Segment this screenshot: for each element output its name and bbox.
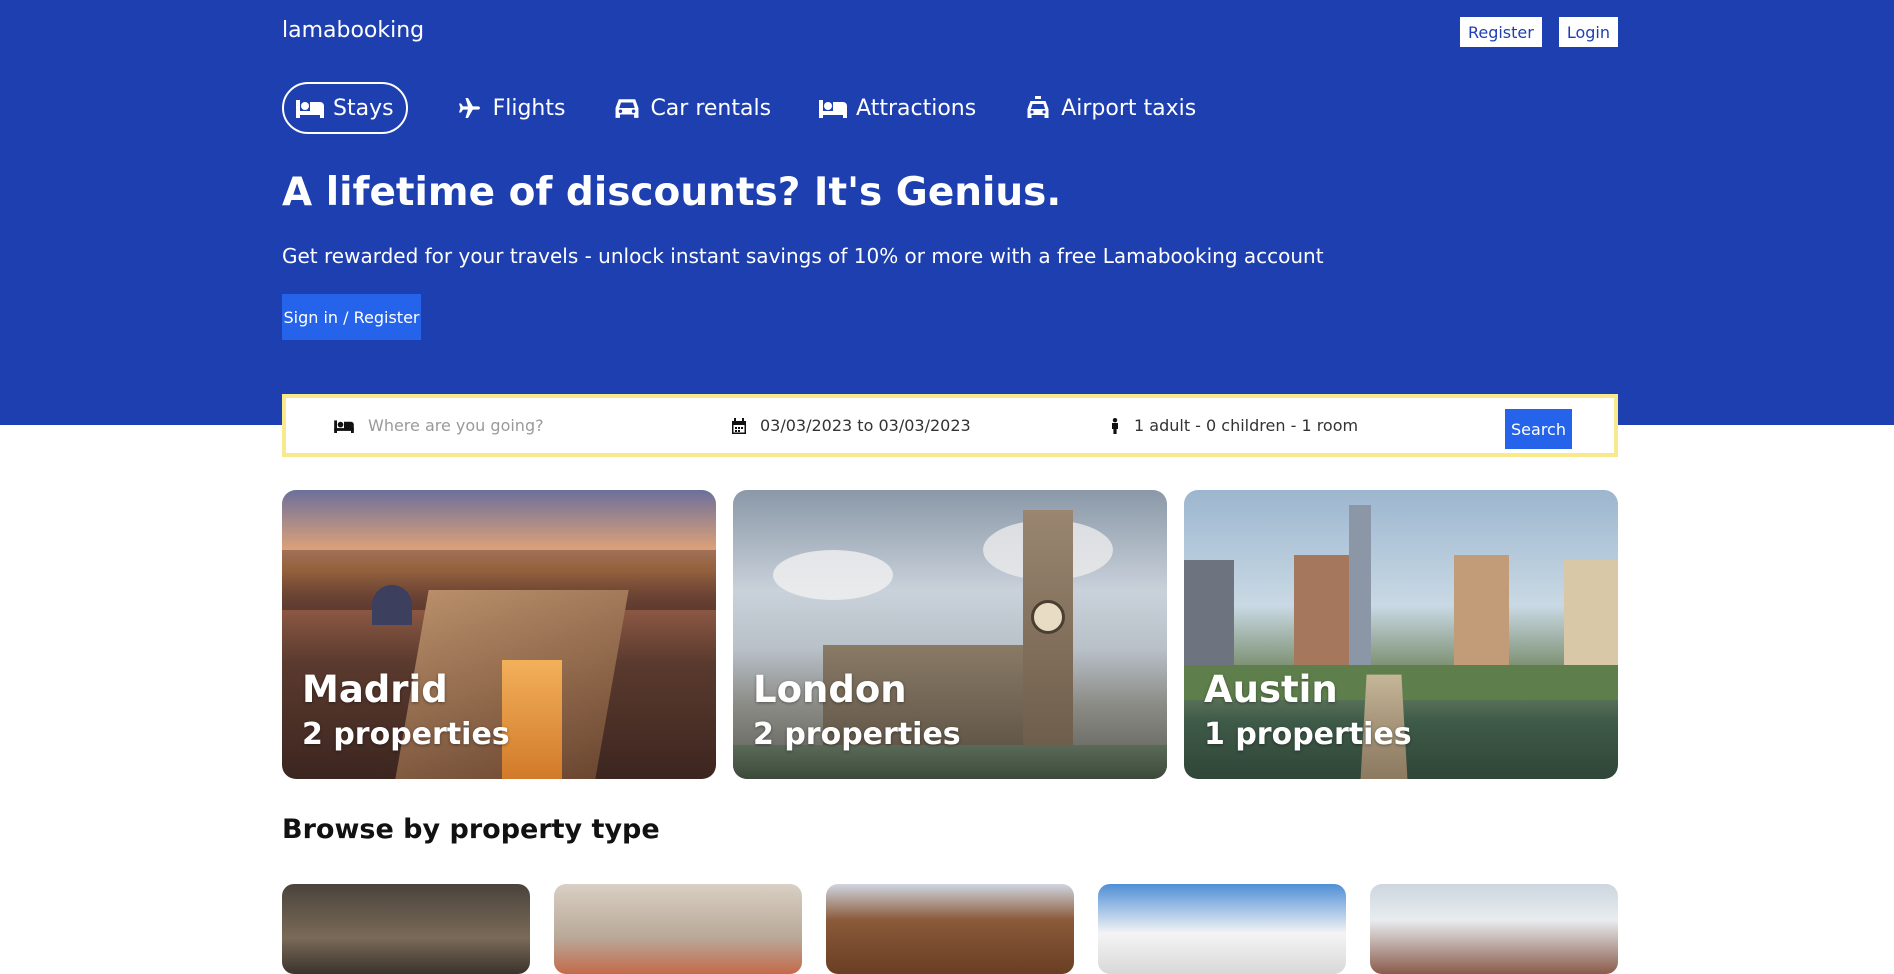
city-name: Madrid [302,668,448,711]
nav-item-label: Airport taxis [1061,95,1197,121]
nav-item-label: Car rentals [650,95,772,121]
featured-card-austin[interactable]: Austin 1 properties [1184,490,1618,779]
top-navbar: lamabooking Register Login [282,0,1618,64]
city-name: London [753,668,907,711]
featured-cities: Madrid 2 properties London 2 properties … [282,490,1618,779]
category-nav: Stays Flights Car rentals Attractions Ai… [282,81,1618,135]
property-count: 2 properties [302,717,510,752]
nav-item-label: Attractions [856,95,977,121]
nav-item-label: Flights [492,95,566,121]
bed-icon [334,419,354,433]
bed-icon [296,100,324,118]
search-button[interactable]: Search [1505,409,1572,449]
guests-text: 1 adult - 0 children - 1 room [1134,416,1359,435]
property-count: 2 properties [753,717,961,752]
login-button[interactable]: Login [1558,17,1618,47]
hero-title: A lifetime of discounts? It's Genius. [282,170,1062,215]
nav-item-flights[interactable]: Flights [456,82,566,134]
hero-subtitle: Get rewarded for your travels - unlock i… [282,244,1324,268]
signin-register-button[interactable]: Sign in / Register [282,294,421,340]
property-type-card-apartments[interactable] [554,884,802,974]
plane-icon [458,98,480,118]
logo[interactable]: lamabooking [282,18,424,43]
nav-item-airport-taxis[interactable]: Airport taxis [1024,82,1196,134]
car-icon [615,99,639,118]
bed-icon [819,100,848,118]
date-group[interactable]: 03/03/2023 to 03/03/2023 [732,398,971,453]
property-type-card-cabins[interactable] [1370,884,1618,974]
nav-item-stays[interactable]: Stays [282,82,408,134]
nav-item-car-rentals[interactable]: Car rentals [613,82,771,134]
person-icon [1112,417,1118,434]
nav-item-attractions[interactable]: Attractions [819,82,976,134]
city-name: Austin [1204,668,1338,711]
nav-item-label: Stays [333,95,394,121]
property-type-heading: Browse by property type [282,814,660,845]
guests-group[interactable]: 1 adult - 0 children - 1 room [1110,398,1358,453]
featured-card-madrid[interactable]: Madrid 2 properties [282,490,716,779]
calendar-icon [732,417,746,434]
destination-input[interactable] [368,416,668,435]
destination-group [334,398,668,453]
property-type-list [282,884,1618,974]
search-bar: 03/03/2023 to 03/03/2023 1 adult - 0 chi… [282,394,1618,457]
property-type-card-hotels[interactable] [282,884,530,974]
register-button[interactable]: Register [1459,17,1542,47]
date-range-text: 03/03/2023 to 03/03/2023 [760,416,971,435]
featured-card-london[interactable]: London 2 properties [733,490,1167,779]
taxi-icon [1027,96,1049,118]
property-type-card-resorts[interactable] [826,884,1074,974]
property-count: 1 properties [1204,717,1412,752]
auth-buttons: Register Login [1459,17,1618,47]
property-type-card-villas[interactable] [1098,884,1346,974]
